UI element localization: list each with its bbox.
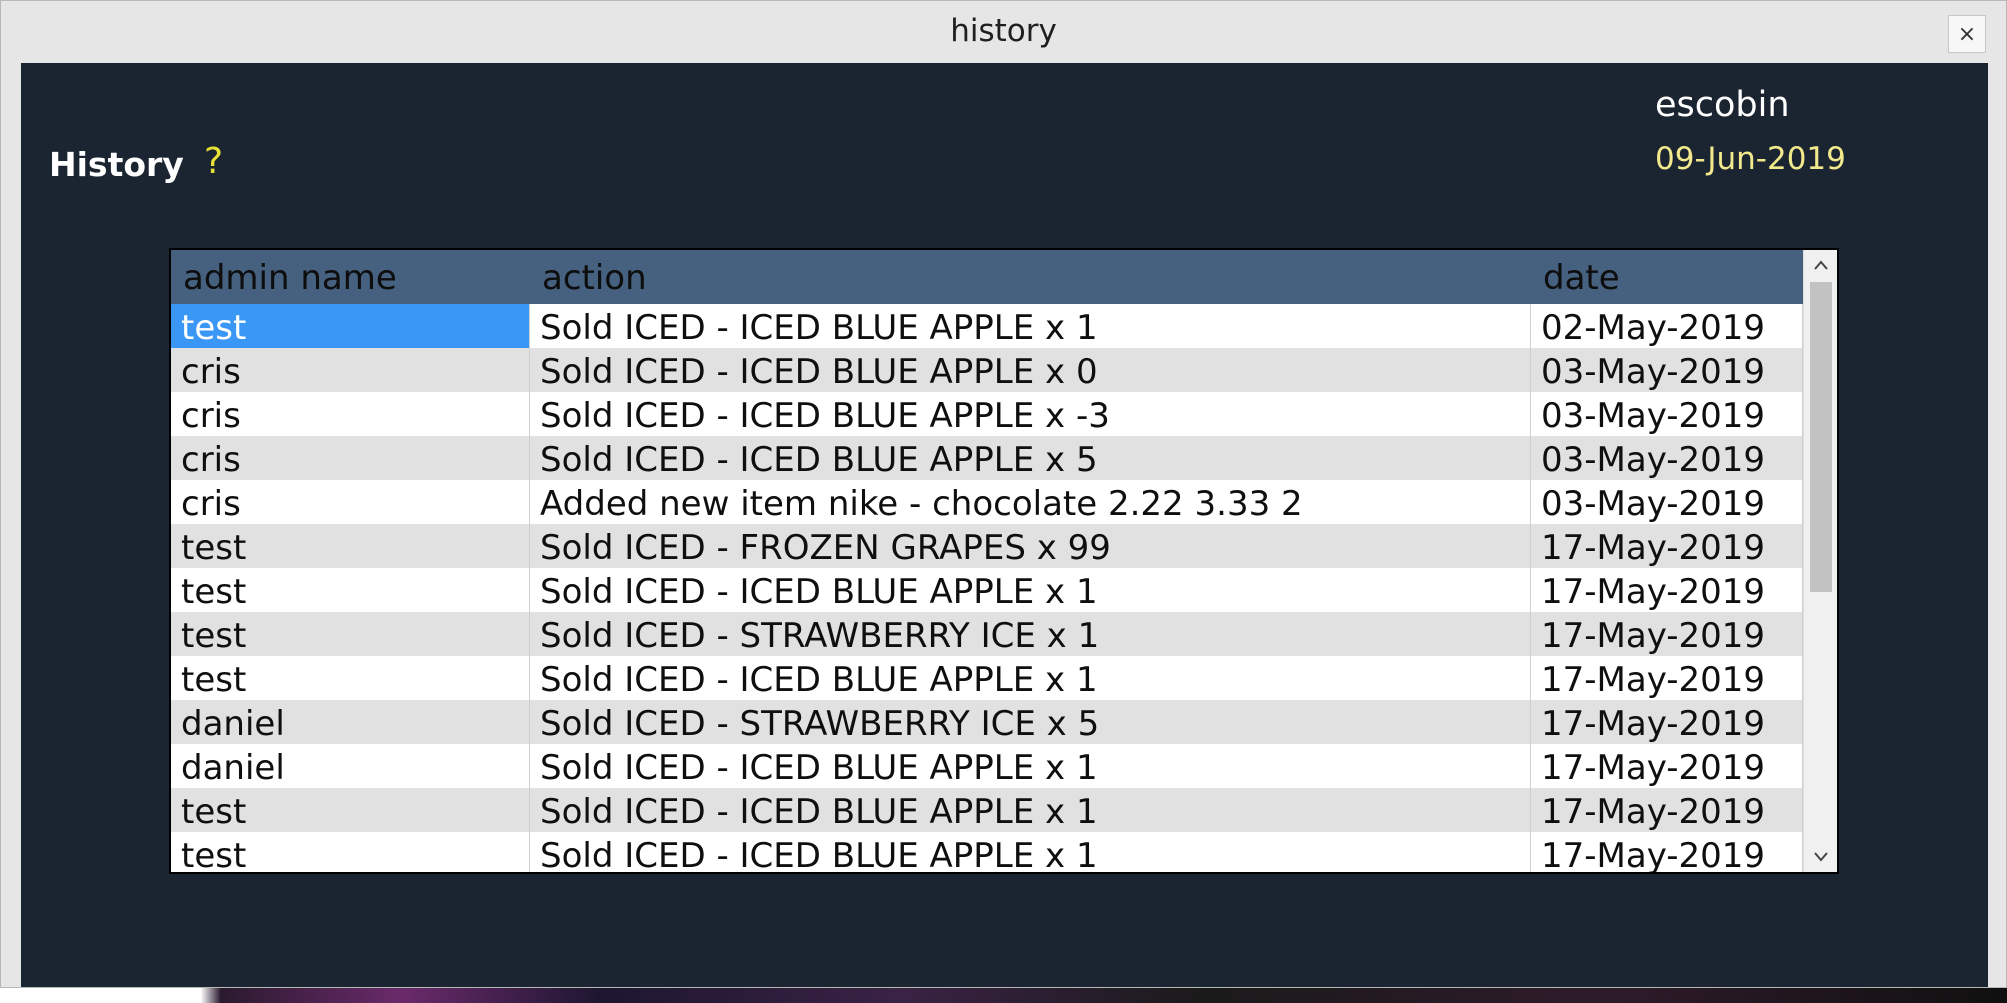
- table-row[interactable]: test Sold ICED - ICED BLUE APPLE x 1 17-Ma…: [171, 568, 1803, 612]
- close-button[interactable]: ×: [1948, 15, 1986, 53]
- scrollbar-thumb[interactable]: [1810, 282, 1832, 592]
- cell-admin-name[interactable]: cris: [171, 436, 530, 480]
- column-header-admin-name[interactable]: admin name: [171, 250, 530, 304]
- cell-admin-name[interactable]: test: [171, 612, 530, 656]
- window-title: history: [950, 13, 1057, 49]
- table-row[interactable]: daniel Sold ICED - STRAWBERRY ICE x 5 17-M…: [171, 700, 1803, 744]
- cell-admin-name[interactable]: cris: [171, 480, 530, 524]
- help-icon[interactable]: ?: [204, 141, 223, 182]
- cell-date[interactable]: 17-May-2019: [1531, 568, 1803, 612]
- cell-date[interactable]: 17-May-2019: [1531, 700, 1803, 744]
- cell-admin-name[interactable]: test: [171, 524, 530, 568]
- close-icon: ×: [1957, 21, 1977, 47]
- cell-admin-name[interactable]: test: [171, 788, 530, 832]
- cell-admin-name[interactable]: cris: [171, 348, 530, 392]
- cell-action[interactable]: Sold ICED - ICED BLUE APPLE x 5: [530, 436, 1531, 480]
- history-table[interactable]: admin name action date test Sold ICED - I…: [169, 248, 1839, 874]
- cell-admin-name[interactable]: test: [171, 568, 530, 612]
- table-body: test Sold ICED - ICED BLUE APPLE x 1 02-Ma…: [171, 304, 1803, 872]
- cell-action[interactable]: Sold ICED - ICED BLUE APPLE x 1: [530, 744, 1531, 788]
- cell-action[interactable]: Sold ICED - ICED BLUE APPLE x -3: [530, 392, 1531, 436]
- content-area: History ? escobin 09-Jun-2019 admin name…: [21, 63, 1988, 987]
- history-window: history × History ? escobin 09-Jun-2019 …: [0, 0, 2007, 988]
- cell-action[interactable]: Sold ICED - STRAWBERRY ICE x 5: [530, 700, 1531, 744]
- table-row[interactable]: test Sold ICED - ICED BLUE APPLE x 1 02-Ma…: [171, 304, 1803, 348]
- table-row[interactable]: test Sold ICED - FROZEN GRAPES x 99 17-May…: [171, 524, 1803, 568]
- username-label: escobin: [1655, 85, 1790, 125]
- cell-date[interactable]: 17-May-2019: [1531, 744, 1803, 788]
- table-row[interactable]: cris Added new item nike - chocolate 2.22…: [171, 480, 1803, 524]
- cell-date[interactable]: 03-May-2019: [1531, 480, 1803, 524]
- cell-admin-name[interactable]: daniel: [171, 700, 530, 744]
- cell-action[interactable]: Sold ICED - FROZEN GRAPES x 99: [530, 524, 1531, 568]
- title-bar[interactable]: history ×: [1, 1, 2006, 63]
- chevron-up-icon[interactable]: [1804, 250, 1837, 280]
- vertical-scrollbar[interactable]: [1803, 250, 1837, 872]
- cell-date[interactable]: 17-May-2019: [1531, 524, 1803, 568]
- cell-admin-name[interactable]: test: [171, 304, 530, 348]
- table-row[interactable]: cris Sold ICED - ICED BLUE APPLE x 5 03-Ma…: [171, 436, 1803, 480]
- cell-date[interactable]: 17-May-2019: [1531, 656, 1803, 700]
- cell-admin-name[interactable]: cris: [171, 392, 530, 436]
- table-row[interactable]: test Sold ICED - ICED BLUE APPLE x 1 17-Ma…: [171, 832, 1803, 872]
- column-header-action[interactable]: action: [530, 250, 1531, 304]
- cell-admin-name[interactable]: test: [171, 656, 530, 700]
- page-title: History: [49, 145, 184, 184]
- cell-action[interactable]: Added new item nike - chocolate 2.22 3.3…: [530, 480, 1531, 524]
- cell-action[interactable]: Sold ICED - ICED BLUE APPLE x 0: [530, 348, 1531, 392]
- cell-date[interactable]: 02-May-2019: [1531, 304, 1803, 348]
- table-row[interactable]: cris Sold ICED - ICED BLUE APPLE x 0 03-Ma…: [171, 348, 1803, 392]
- cell-date[interactable]: 03-May-2019: [1531, 392, 1803, 436]
- cell-date[interactable]: 17-May-2019: [1531, 612, 1803, 656]
- column-header-date[interactable]: date: [1531, 250, 1803, 304]
- table-row[interactable]: test Sold ICED - ICED BLUE APPLE x 1 17-Ma…: [171, 656, 1803, 700]
- cell-action[interactable]: Sold ICED - ICED BLUE APPLE x 1: [530, 304, 1531, 348]
- cell-action[interactable]: Sold ICED - ICED BLUE APPLE x 1: [530, 568, 1531, 612]
- cell-action[interactable]: Sold ICED - ICED BLUE APPLE x 1: [530, 788, 1531, 832]
- table-row[interactable]: test Sold ICED - ICED BLUE APPLE x 1 17-Ma…: [171, 788, 1803, 832]
- chevron-down-icon[interactable]: [1804, 842, 1837, 872]
- cell-date[interactable]: 17-May-2019: [1531, 788, 1803, 832]
- table-header: admin name action date: [171, 250, 1803, 304]
- cell-admin-name[interactable]: daniel: [171, 744, 530, 788]
- cell-date[interactable]: 17-May-2019: [1531, 832, 1803, 872]
- cell-action[interactable]: Sold ICED - ICED BLUE APPLE x 1: [530, 832, 1531, 872]
- table-row[interactable]: test Sold ICED - STRAWBERRY ICE x 1 17-May…: [171, 612, 1803, 656]
- cell-date[interactable]: 03-May-2019: [1531, 348, 1803, 392]
- cell-action[interactable]: Sold ICED - STRAWBERRY ICE x 1: [530, 612, 1531, 656]
- desktop-background-strip: [0, 988, 2007, 1003]
- cell-date[interactable]: 03-May-2019: [1531, 436, 1803, 480]
- cell-admin-name[interactable]: test: [171, 832, 530, 872]
- table-row[interactable]: cris Sold ICED - ICED BLUE APPLE x -3 03-M…: [171, 392, 1803, 436]
- table-row[interactable]: daniel Sold ICED - ICED BLUE APPLE x 1 17-…: [171, 744, 1803, 788]
- cell-action[interactable]: Sold ICED - ICED BLUE APPLE x 1: [530, 656, 1531, 700]
- current-date: 09-Jun-2019: [1655, 141, 1846, 177]
